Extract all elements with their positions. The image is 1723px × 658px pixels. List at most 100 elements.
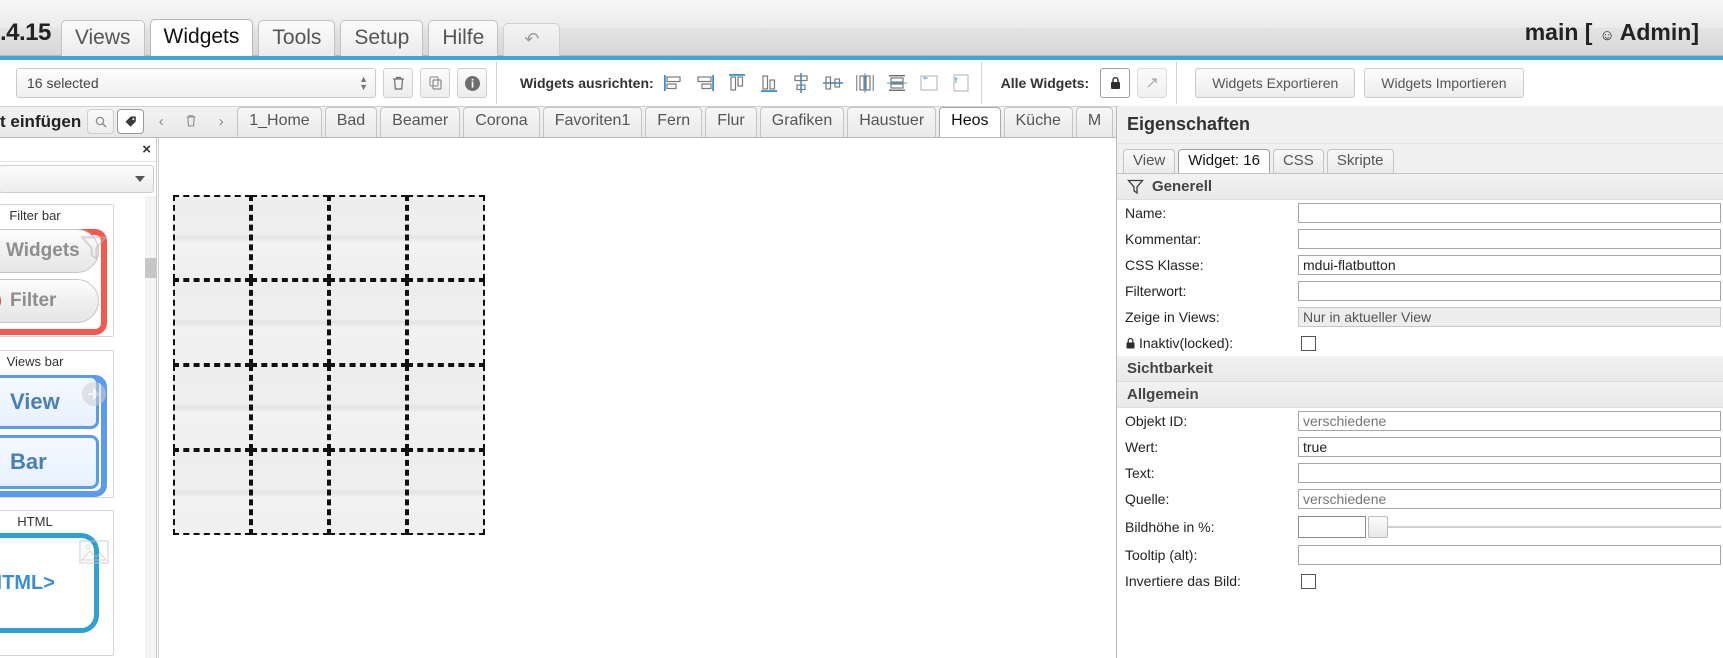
magnifier-icon[interactable]: [87, 109, 115, 134]
tab-view[interactable]: View: [1123, 149, 1176, 173]
same-height-icon[interactable]: [950, 72, 972, 94]
property-label: Inaktiv(locked):: [1125, 335, 1298, 351]
widget-cell[interactable]: [173, 365, 251, 450]
property-label: Wert:: [1125, 439, 1159, 455]
filterwort-input[interactable]: [1298, 281, 1721, 301]
objekt-id-input[interactable]: [1298, 411, 1721, 431]
palette-group-items: Widgets Filter: [0, 229, 113, 335]
menu-tab-views[interactable]: Views: [60, 19, 145, 56]
delete-widget-button[interactable]: [383, 68, 413, 98]
widget-cell[interactable]: [329, 195, 407, 280]
widget-cell[interactable]: [329, 280, 407, 365]
widgets-export-button[interactable]: Widgets Exportieren: [1195, 68, 1356, 98]
tab-css[interactable]: CSS: [1272, 149, 1324, 173]
widget-cell[interactable]: [173, 280, 251, 365]
view-tab-fern[interactable]: Fern: [645, 107, 703, 137]
close-icon[interactable]: ×: [142, 141, 151, 158]
text-input[interactable]: [1298, 463, 1721, 483]
widgets-import-button[interactable]: Widgets Importieren: [1364, 68, 1524, 98]
align-center-horizontal-icon[interactable]: [822, 72, 844, 94]
widget-cell[interactable]: [407, 195, 485, 280]
widget-cell[interactable]: [407, 450, 485, 535]
lock-all-button[interactable]: [1100, 68, 1131, 98]
view-tab-corona[interactable]: Corona: [463, 107, 540, 137]
view-tab-favoriten1[interactable]: Favoriten1: [542, 107, 643, 137]
property-row-tooltip: Tooltip (alt):: [1117, 542, 1723, 568]
widget-cell[interactable]: [329, 365, 407, 450]
palette-set-dropdown[interactable]: [0, 165, 154, 193]
zeige-in-views-select[interactable]: [1298, 307, 1721, 327]
align-bottom-icon[interactable]: [758, 72, 780, 94]
palette-item-label: <HTML>: [0, 571, 55, 594]
view-tab-heos[interactable]: Heos: [939, 107, 1001, 137]
menu-tab-widgets[interactable]: Widgets: [149, 18, 254, 56]
expand-all-button[interactable]: [1137, 68, 1168, 98]
no-filter-icon: [0, 296, 1, 306]
widget-grid-row: [173, 280, 485, 365]
palette-scrollbar-thumb[interactable]: [145, 258, 156, 278]
menu-tab-setup[interactable]: Setup: [340, 19, 424, 56]
bildhoehe-slider[interactable]: [1368, 516, 1721, 538]
palette-item-bar[interactable]: Bar: [0, 435, 99, 489]
view-tab-flur[interactable]: Flur: [705, 107, 757, 137]
filter-funnel-icon: [80, 236, 108, 261]
tag-icon[interactable]: [117, 109, 145, 134]
invertiere-bild-checkbox[interactable]: [1301, 573, 1316, 589]
widget-info-button[interactable]: [457, 68, 487, 98]
distribute-vertical-icon[interactable]: [886, 72, 908, 94]
view-canvas[interactable]: [158, 138, 1116, 658]
kommentar-input[interactable]: [1298, 229, 1721, 249]
widget-cell[interactable]: [251, 280, 329, 365]
view-tab-beamer[interactable]: Beamer: [380, 107, 461, 137]
palette-item-filter[interactable]: Filter: [0, 279, 99, 323]
view-tab-haustuer[interactable]: Haustuer: [847, 107, 937, 137]
insert-widget-label: t einfügen: [0, 112, 82, 131]
tooltip-input[interactable]: [1298, 545, 1721, 565]
widget-cell[interactable]: [251, 365, 329, 450]
copy-widget-button[interactable]: [420, 68, 450, 98]
wert-input[interactable]: [1298, 437, 1721, 457]
align-top-icon[interactable]: [726, 72, 748, 94]
align-right-icon[interactable]: [694, 72, 716, 94]
views-delete-button[interactable]: [177, 108, 205, 134]
css-klasse-input[interactable]: [1298, 255, 1721, 275]
all-widgets-group: Alle Widgets:: [984, 60, 1175, 106]
align-left-icon[interactable]: [662, 72, 684, 94]
widget-selection-dropdown[interactable]: 16 selected ▲ ▼: [16, 68, 376, 98]
undo-button[interactable]: ↶: [503, 23, 561, 56]
name-input[interactable]: [1298, 203, 1721, 223]
align-center-vertical-icon[interactable]: [790, 72, 812, 94]
view-tab-grafiken[interactable]: Grafiken: [759, 107, 845, 137]
view-tab-1-home[interactable]: 1_Home: [237, 107, 322, 137]
menu-tab-tools[interactable]: Tools: [258, 19, 336, 56]
distribute-horizontal-icon[interactable]: [854, 72, 876, 94]
widget-cell[interactable]: [173, 195, 251, 280]
properties-panel: Eigenschaften View Widget: 16 CSS Skript…: [1116, 106, 1723, 658]
inaktiv-locked-checkbox[interactable]: [1301, 335, 1316, 351]
widget-cell[interactable]: [251, 195, 329, 280]
bildhoehe-slider-knob[interactable]: [1368, 516, 1388, 538]
widget-cell[interactable]: [251, 450, 329, 535]
views-prev-button[interactable]: ‹: [147, 108, 175, 134]
widget-cell[interactable]: [407, 280, 485, 365]
widget-cell[interactable]: [329, 450, 407, 535]
property-row-quelle: Quelle:: [1117, 486, 1723, 512]
view-tab-m[interactable]: M: [1075, 107, 1114, 137]
view-tab-bad[interactable]: Bad: [324, 107, 378, 137]
chevron-down-icon: [135, 176, 145, 182]
tab-skripte[interactable]: Skripte: [1326, 149, 1394, 173]
same-width-icon[interactable]: [918, 72, 940, 94]
widget-cell[interactable]: [173, 450, 251, 535]
tab-widget[interactable]: Widget: 16: [1178, 149, 1270, 173]
section-header-allgemein[interactable]: Allgemein: [1117, 382, 1723, 408]
quelle-input[interactable]: [1298, 489, 1721, 509]
section-header-generell[interactable]: Generell: [1117, 174, 1723, 200]
views-next-button[interactable]: ›: [207, 108, 235, 134]
bildhoehe-number-input[interactable]: [1298, 516, 1366, 538]
palette-scrollbar[interactable]: [145, 196, 156, 658]
view-tab-kueche[interactable]: Küche: [1003, 107, 1073, 137]
menu-tab-hilfe[interactable]: Hilfe: [428, 19, 499, 56]
property-row-name: Name:: [1117, 200, 1723, 226]
section-header-sichtbarkeit[interactable]: Sichtbarkeit: [1117, 356, 1723, 382]
widget-cell[interactable]: [407, 365, 485, 450]
